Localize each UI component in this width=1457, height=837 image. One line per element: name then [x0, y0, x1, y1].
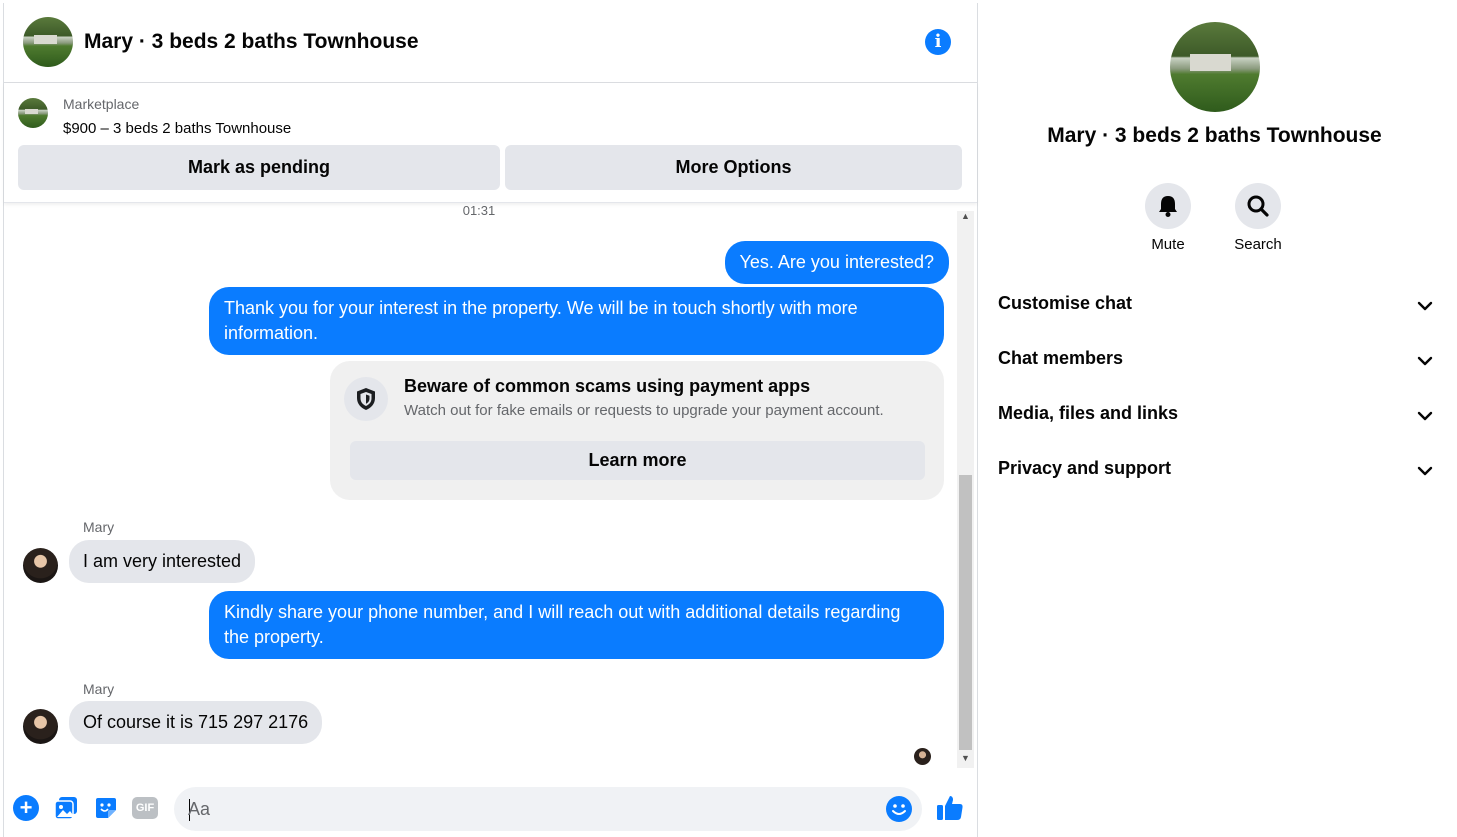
section-label: Customise chat — [998, 293, 1133, 313]
section-privacy-support[interactable]: Privacy and support — [998, 458, 1438, 488]
marketplace-banner: Marketplace $900 – 3 beds 2 baths Townho… — [4, 83, 977, 203]
marketplace-label: Marketplace — [63, 96, 140, 112]
shield-icon — [344, 377, 388, 421]
gif-icon[interactable]: GIF — [132, 797, 158, 819]
mute-label: Mute — [1151, 236, 1185, 253]
scroll-up-arrow[interactable]: ▲ — [957, 209, 974, 223]
search-label: Search — [1234, 236, 1282, 253]
sender-name: Mary — [83, 519, 115, 535]
scam-warning-description: Watch out for fake emails or requests to… — [404, 402, 884, 419]
profile-title: Mary · 3 beds 2 baths Townhouse — [1047, 124, 1382, 147]
section-label: Media, files and links — [998, 403, 1179, 423]
conversation-title[interactable]: Mary · 3 beds 2 baths Townhouse — [84, 30, 419, 54]
chevron-down-icon[interactable] — [1416, 352, 1434, 370]
section-media-files-links[interactable]: Media, files and links — [998, 403, 1438, 433]
message-input-container[interactable] — [174, 787, 922, 831]
section-label: Chat members — [998, 348, 1124, 368]
composer-bar: + GIF — [4, 773, 977, 837]
more-options-button[interactable]: More Options — [505, 145, 962, 190]
chevron-down-icon[interactable] — [1416, 462, 1434, 480]
bell-icon[interactable] — [1145, 183, 1191, 229]
message-thread: 01:31 Yes. Are you interested? Thank you… — [4, 203, 954, 771]
like-icon[interactable] — [935, 793, 965, 823]
listing-title[interactable]: $900 – 3 beds 2 baths Townhouse — [63, 120, 291, 137]
scam-warning-card: Beware of common scams using payment app… — [330, 361, 944, 500]
listing-thumbnail[interactable] — [18, 98, 48, 128]
photo-icon[interactable] — [53, 795, 79, 821]
search-button[interactable]: Search — [1213, 183, 1303, 253]
scam-warning-title: Beware of common scams using payment app… — [404, 376, 811, 396]
conversation-avatar[interactable] — [23, 17, 73, 67]
mark-as-pending-button[interactable]: Mark as pending — [18, 145, 500, 190]
sender-name: Mary — [83, 681, 115, 697]
outgoing-message[interactable]: Thank you for your interest in the prope… — [209, 287, 944, 355]
message-input[interactable] — [188, 787, 868, 831]
section-chat-members[interactable]: Chat members — [998, 348, 1438, 378]
info-icon[interactable]: i — [925, 29, 951, 55]
incoming-message[interactable]: I am very interested — [69, 540, 256, 583]
thread-scrollbar-thumb[interactable] — [959, 475, 972, 750]
sender-avatar[interactable] — [23, 709, 58, 744]
chevron-down-icon[interactable] — [1416, 297, 1434, 315]
search-icon[interactable] — [1235, 183, 1281, 229]
incoming-message[interactable]: Of course it is 715 297 2176 — [69, 701, 323, 744]
sender-avatar[interactable] — [23, 548, 58, 583]
conversation-pane: Mary · 3 beds 2 baths Townhouse i Market… — [3, 3, 978, 837]
conversation-header: Mary · 3 beds 2 baths Townhouse i — [4, 3, 977, 83]
outgoing-message[interactable]: Yes. Are you interested? — [724, 241, 949, 284]
profile-avatar[interactable] — [1170, 22, 1260, 112]
section-customise-chat[interactable]: Customise chat — [998, 293, 1438, 323]
learn-more-button[interactable]: Learn more — [350, 441, 925, 480]
mute-button[interactable]: Mute — [1123, 183, 1213, 253]
emoji-icon[interactable] — [886, 796, 912, 822]
read-receipt-avatar — [914, 748, 931, 765]
scroll-down-arrow[interactable]: ▼ — [957, 751, 974, 765]
chevron-down-icon[interactable] — [1416, 407, 1434, 425]
sticker-icon[interactable] — [93, 795, 119, 821]
outgoing-message[interactable]: Kindly share your phone number, and I wi… — [209, 591, 944, 659]
chat-info-panel: Mary · 3 beds 2 baths Townhouse Mute Sea… — [978, 3, 1451, 837]
message-timestamp: 01:31 — [462, 203, 496, 218]
plus-icon[interactable]: + — [13, 795, 39, 821]
section-label: Privacy and support — [998, 458, 1172, 478]
